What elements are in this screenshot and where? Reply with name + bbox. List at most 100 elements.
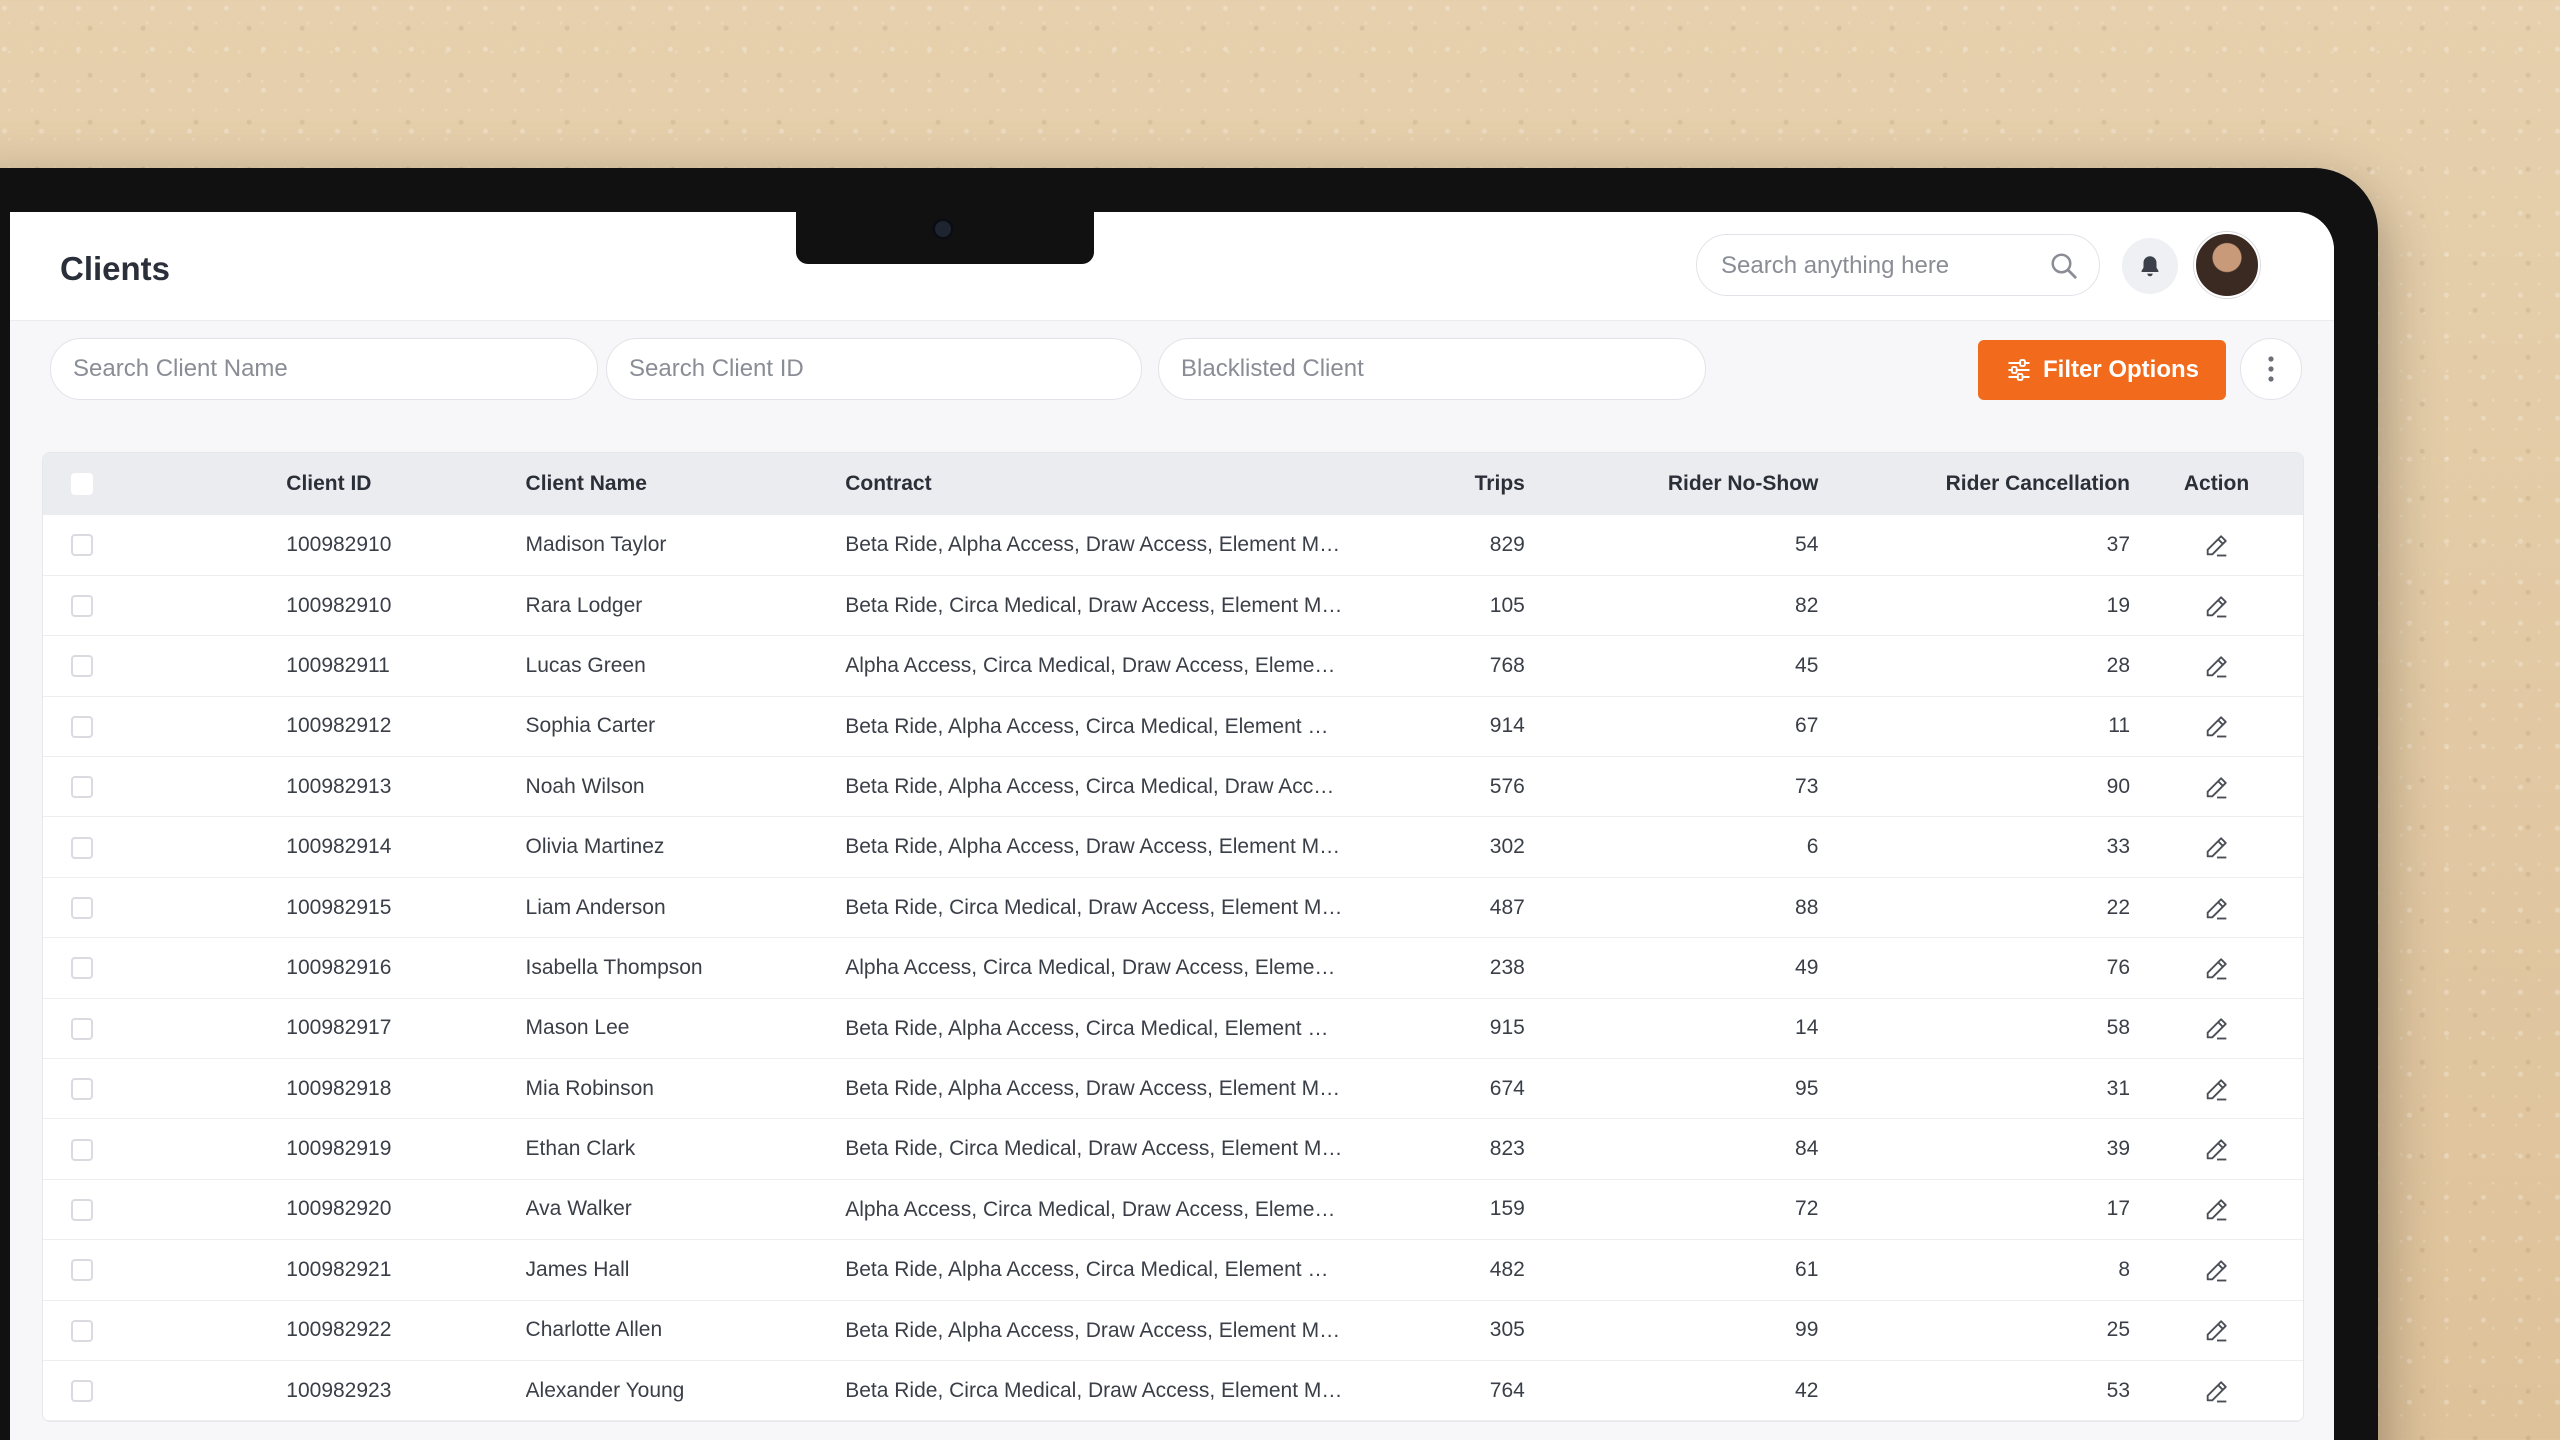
column-header-client-name[interactable]: Client Name bbox=[526, 453, 846, 515]
row-checkbox[interactable] bbox=[71, 1017, 93, 1040]
edit-icon[interactable] bbox=[2203, 1377, 2231, 1405]
row-checkbox[interactable] bbox=[71, 534, 93, 557]
trips-cell: 823 bbox=[1489, 1137, 1525, 1161]
row-checkbox[interactable] bbox=[71, 1078, 93, 1101]
row-checkbox[interactable] bbox=[71, 595, 93, 618]
edit-button[interactable] bbox=[2203, 1135, 2231, 1163]
row-select-cell bbox=[43, 696, 286, 756]
edit-icon[interactable] bbox=[2203, 1135, 2231, 1163]
table-row[interactable]: 100982914 Olivia Martinez Beta Ride, Alpha… bbox=[43, 817, 2303, 878]
avatar[interactable] bbox=[2194, 232, 2260, 298]
edit-icon[interactable] bbox=[2203, 894, 2231, 922]
search-icon[interactable] bbox=[2049, 251, 2079, 281]
client-id-cell: 100982910 bbox=[286, 593, 392, 617]
table-row[interactable]: 100982923 Alexander Young Beta Ride, Circa… bbox=[43, 1360, 2303, 1421]
row-checkbox[interactable] bbox=[71, 1198, 93, 1221]
edit-icon[interactable] bbox=[2203, 773, 2231, 801]
contract-cell: Beta Ride, Alpha Access, Circa Medical, … bbox=[845, 998, 1428, 1058]
filter-options-button[interactable]: Filter Options bbox=[1978, 340, 2226, 400]
table-row[interactable]: 100982922 Charlotte Allen Beta Ride, Alpha… bbox=[43, 1300, 2303, 1361]
action-cell bbox=[2130, 1119, 2303, 1179]
edit-icon[interactable] bbox=[2203, 1014, 2231, 1042]
row-checkbox[interactable] bbox=[71, 715, 93, 738]
column-header-contract[interactable]: Contract bbox=[845, 453, 1428, 515]
table-row[interactable]: 100982910 Madison Taylor Beta Ride, Alpha … bbox=[43, 515, 2303, 576]
edit-button[interactable] bbox=[2203, 833, 2231, 861]
row-checkbox[interactable] bbox=[71, 836, 93, 859]
client-id-search-input[interactable] bbox=[606, 338, 1142, 400]
row-checkbox[interactable] bbox=[71, 655, 93, 678]
edit-button[interactable] bbox=[2203, 1076, 2231, 1101]
edit-icon[interactable] bbox=[2203, 531, 2231, 559]
edit-icon[interactable] bbox=[2203, 1195, 2231, 1223]
column-header-rider-no-show[interactable]: Rider No-Show bbox=[1525, 453, 1819, 515]
column-header-client-id[interactable]: Client ID bbox=[286, 453, 525, 515]
client-name-cell: Rara Lodger bbox=[525, 593, 643, 617]
edit-button[interactable] bbox=[2203, 1195, 2231, 1223]
edit-button[interactable] bbox=[2203, 774, 2231, 799]
table-row[interactable]: 100982915 Liam Anderson Beta Ride, Circa M… bbox=[43, 877, 2303, 938]
edit-button[interactable] bbox=[2203, 593, 2231, 618]
client-id-cell: 100982920 bbox=[286, 1197, 392, 1221]
table-row[interactable]: 100982918 Mia Robinson Beta Ride, Alpha Ac… bbox=[43, 1059, 2303, 1119]
global-search[interactable] bbox=[1696, 234, 2100, 297]
contract-cell: Alpha Access, Circa Medical, Draw Access… bbox=[845, 1179, 1428, 1239]
table-row[interactable]: 100982910 Rara Lodger Beta Ride, Circa Med… bbox=[43, 575, 2303, 636]
column-header-trips[interactable]: Trips bbox=[1428, 453, 1525, 515]
action-cell bbox=[2130, 636, 2303, 696]
edit-icon[interactable] bbox=[2203, 954, 2231, 982]
table-row[interactable]: 100982913 Noah Wilson Beta Ride, Alpha Acc… bbox=[43, 757, 2303, 817]
edit-icon[interactable] bbox=[2203, 712, 2231, 740]
edit-button[interactable] bbox=[2203, 712, 2231, 740]
rider-no-show-cell: 61 bbox=[1795, 1257, 1819, 1281]
action-cell bbox=[2130, 515, 2303, 575]
edit-icon[interactable] bbox=[2203, 652, 2231, 680]
client-name-search-input[interactable] bbox=[50, 338, 598, 400]
edit-button[interactable] bbox=[2203, 895, 2231, 919]
contract-cell: Beta Ride, Alpha Access, Circa Medical, … bbox=[845, 1240, 1428, 1300]
edit-button[interactable] bbox=[2203, 955, 2231, 980]
edit-icon[interactable] bbox=[2203, 1256, 2231, 1284]
contract-cell: Beta Ride, Circa Medical, Draw Access, E… bbox=[845, 877, 1428, 937]
select-all-checkbox[interactable] bbox=[71, 473, 93, 496]
row-checkbox[interactable] bbox=[71, 1319, 93, 1342]
row-checkbox[interactable] bbox=[71, 1259, 93, 1282]
row-checkbox[interactable] bbox=[71, 957, 93, 980]
edit-icon[interactable] bbox=[2203, 1316, 2231, 1344]
edit-button[interactable] bbox=[2203, 1014, 2231, 1042]
row-checkbox[interactable] bbox=[71, 896, 93, 919]
client-name-cell: Sophia Carter bbox=[525, 714, 656, 738]
table-row[interactable]: 100982919 Ethan Clark Beta Ride, Circa Med… bbox=[43, 1119, 2303, 1180]
edit-button[interactable] bbox=[2203, 1378, 2231, 1403]
row-checkbox[interactable] bbox=[71, 1380, 93, 1403]
edit-icon[interactable] bbox=[2203, 833, 2231, 861]
edit-button[interactable] bbox=[2203, 1316, 2231, 1344]
notifications-button[interactable] bbox=[2122, 238, 2178, 294]
table-row[interactable]: 100982921 James Hall Beta Ride, Alpha Acce… bbox=[43, 1240, 2303, 1301]
row-checkbox[interactable] bbox=[71, 1138, 93, 1161]
edit-button[interactable] bbox=[2203, 1257, 2231, 1282]
global-search-input[interactable] bbox=[1719, 235, 2043, 297]
column-header-rider-cancellation[interactable]: Rider Cancellation bbox=[1818, 453, 2130, 515]
table-row[interactable]: 100982911 Lucas Green Alpha Access, Circa … bbox=[43, 636, 2303, 697]
trips-cell: 764 bbox=[1489, 1378, 1525, 1402]
client-id-cell: 100982921 bbox=[286, 1257, 392, 1281]
app-screen: Clients Search anything here Search Clie… bbox=[10, 212, 2334, 1440]
table-row[interactable]: 100982917 Mason Lee Beta Ride, Alpha Acces… bbox=[43, 998, 2303, 1059]
edit-button[interactable] bbox=[2203, 652, 2231, 680]
table-row[interactable]: 100982920 Ava Walker Alpha Access, Circa M… bbox=[43, 1179, 2303, 1240]
row-checkbox[interactable] bbox=[71, 776, 93, 799]
edit-icon[interactable] bbox=[2203, 1075, 2231, 1103]
more-options-button[interactable] bbox=[2240, 338, 2302, 400]
blacklisted-client-input[interactable] bbox=[1158, 338, 1706, 400]
row-select-cell bbox=[43, 1119, 286, 1179]
camera-icon bbox=[932, 218, 954, 240]
table-row[interactable]: 100982912 Sophia Carter Beta Ride, Alpha A… bbox=[43, 696, 2303, 757]
table-row[interactable]: 100982916 Isabella Thompson Alpha Access, … bbox=[43, 938, 2303, 999]
edit-button[interactable] bbox=[2203, 532, 2231, 557]
edit-icon[interactable] bbox=[2203, 592, 2231, 620]
trips-cell: 238 bbox=[1489, 955, 1525, 979]
contract-text: Beta Ride, Alpha Access, Circa Medical, … bbox=[845, 774, 1346, 798]
trips-cell: 105 bbox=[1489, 593, 1525, 617]
client-id-cell: 100982917 bbox=[286, 1016, 392, 1040]
